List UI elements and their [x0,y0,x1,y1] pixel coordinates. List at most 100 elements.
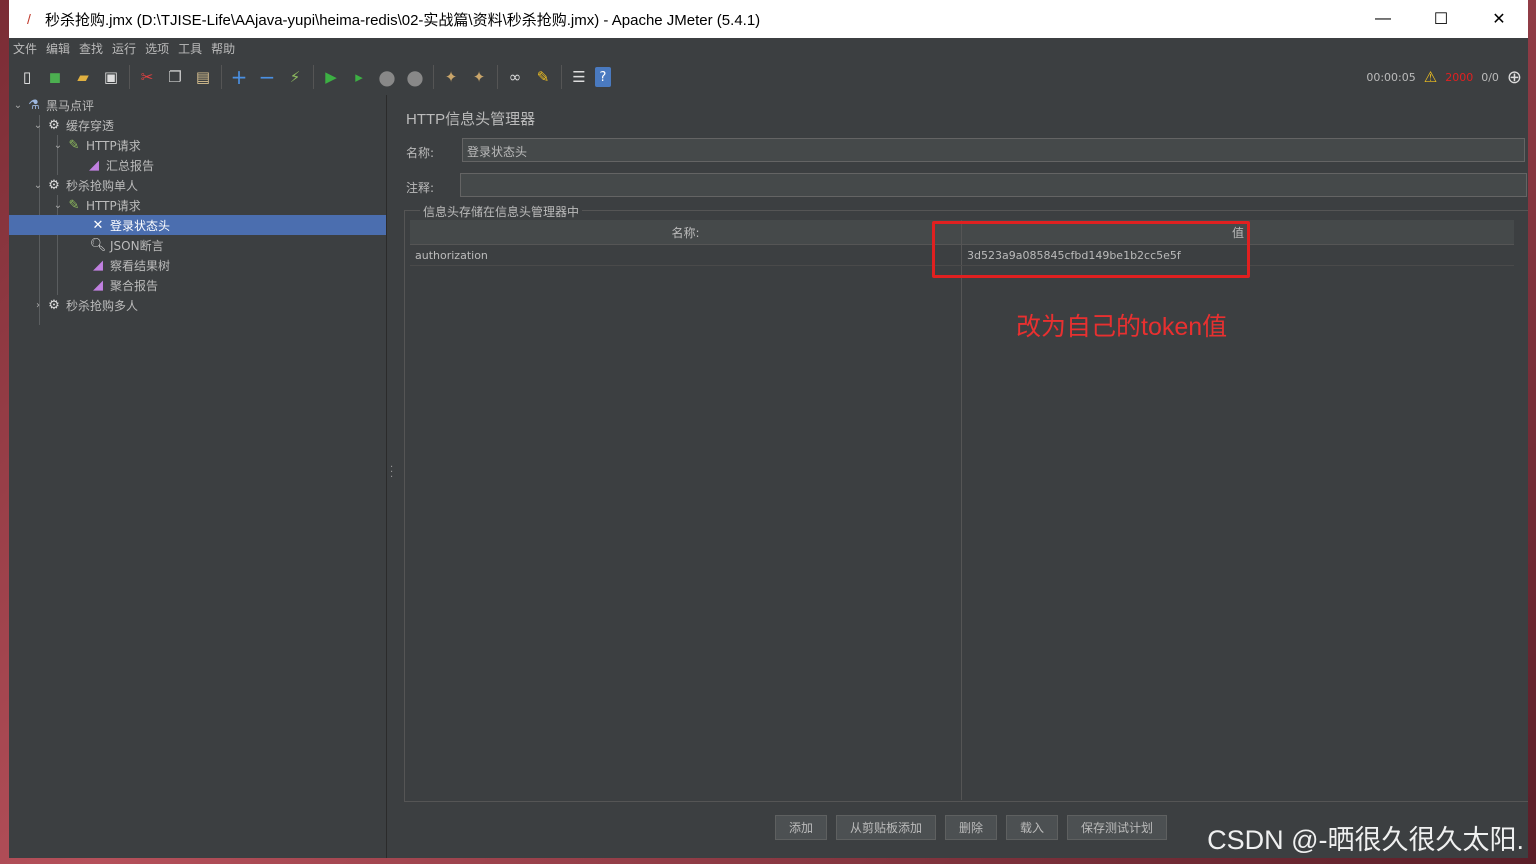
open-icon[interactable]: ▰ [71,65,95,89]
load-button[interactable]: 载入 [1006,815,1058,840]
tree-node-label: 登录状态头 [110,218,171,233]
chevron-down-icon[interactable]: ⌄ [51,200,65,211]
comment-label: 注释: [406,181,435,195]
shutdown-icon[interactable]: ● [403,65,427,89]
tree-node-results-tree[interactable]: ◢ 察看结果树 [89,255,170,275]
comment-field[interactable] [460,173,1527,197]
jmeter-feather-icon: / [27,11,31,27]
warning-icon[interactable]: ⚠ [1424,68,1437,86]
tree-node-json-assertion[interactable]: 🔍︎ JSON断言 [89,235,164,255]
annotation-note: 改为自己的token值 [1016,313,1228,341]
thread-ratio: 0/0 [1481,70,1499,84]
tree-node-aggregate-report[interactable]: ◢ 聚合报告 [89,275,158,295]
cut-icon[interactable]: ✂ [135,65,159,89]
tree-node-label: 秒杀抢购多人 [66,298,139,313]
tree-node-label: 黑马点评 [46,98,95,113]
elapsed-timer: 00:00:05 [1366,70,1416,84]
tree-node-label: JSON断言 [110,238,164,253]
jmeter-window: / 秒杀抢购.jmx (D:\TJISE-Life\AAjava-yupi\he… [9,0,1528,858]
toolbar-separator [561,65,562,89]
chevron-down-icon[interactable]: ⌄ [31,180,45,191]
close-button[interactable]: ✕ [1470,0,1528,38]
column-header-name[interactable]: 名称: [410,220,961,245]
save-test-plan-button[interactable]: 保存测试计划 [1067,815,1167,840]
tree-node-label: 聚合报告 [110,278,159,293]
tree-node-group2-http[interactable]: ⌄ ✎ HTTP请求 [51,195,141,215]
expand-icon[interactable]: + [227,65,251,89]
toolbar-separator [497,65,498,89]
function-helper-icon[interactable]: ☰ [567,65,591,89]
tree-node-label: 缓存穿透 [66,118,115,133]
headers-group-label: 信息头存储在信息头管理器中 [420,203,583,220]
sampler-pipette-icon: ✎ [68,137,80,153]
column-divider [961,220,962,800]
paste-icon[interactable]: ▤ [191,65,215,89]
new-icon[interactable]: ▯ [15,65,39,89]
header-name-cell[interactable]: authorization [410,245,961,266]
test-plan-tree: ⌄ ⚗ 黑马点评 ⌄ ⚙ 缓存穿透 ⌄ ✎ HTTP请求 ◢ 汇总报告 ⌄ ⚙ … [9,95,387,858]
tree-node-group1-report[interactable]: ◢ 汇总报告 [85,155,154,175]
maximize-button[interactable]: ☐ [1412,0,1470,38]
chevron-down-icon[interactable]: ⌄ [11,100,25,111]
search-icon[interactable]: ∞ [503,65,527,89]
name-field[interactable]: 登录状态头 [462,138,1525,162]
tree-node-group2[interactable]: ⌄ ⚙ 秒杀抢购单人 [31,175,138,195]
templates-icon[interactable]: ◼ [43,65,67,89]
tree-node-label: HTTP请求 [86,198,141,213]
tree-node-group1[interactable]: ⌄ ⚙ 缓存穿透 [31,115,114,135]
test-plan-flask-icon: ⚗ [28,97,40,113]
error-count: 2000 [1445,70,1474,84]
menu-bar: 文件 编辑 查找 运行 选项 工具 帮助 [9,38,1528,59]
splitter-grip-icon[interactable]: · · · [390,463,393,483]
thread-group-gear-icon: ⚙ [48,117,60,133]
menu-run[interactable]: 运行 [112,40,136,57]
tree-node-group3[interactable]: › ⚙ 秒杀抢购多人 [31,295,138,315]
toolbar-separator [433,65,434,89]
listener-chart-icon: ◢ [93,277,103,293]
clear-all-icon[interactable]: ✦ [467,65,491,89]
assertion-magnifier-icon: 🔍︎ [89,237,107,253]
toolbar-separator [313,65,314,89]
add-from-clipboard-button[interactable]: 从剪贴板添加 [836,815,936,840]
chevron-down-icon[interactable]: ⌄ [31,120,45,131]
tree-node-label: 察看结果树 [110,258,171,273]
report-chart-icon: ◢ [89,157,99,173]
start-icon[interactable]: ▶ [319,65,343,89]
name-label: 名称: [406,146,435,160]
copy-icon[interactable]: ❐ [163,65,187,89]
chevron-right-icon[interactable]: › [31,300,45,311]
clear-icon[interactable]: ✦ [439,65,463,89]
chevron-down-icon[interactable]: ⌄ [51,140,65,151]
collapse-icon[interactable]: − [255,65,279,89]
menu-options[interactable]: 选项 [145,40,169,57]
header-manager-panel: HTTP信息头管理器 名称: 登录状态头 注释: 信息头存储在信息头管理器中 名… [396,95,1528,858]
menu-tools[interactable]: 工具 [178,40,202,57]
toolbar-separator [221,65,222,89]
menu-file[interactable]: 文件 [13,40,37,57]
minimize-button[interactable]: — [1354,0,1412,38]
remote-status-icon[interactable]: ⊕ [1507,67,1522,88]
delete-button[interactable]: 删除 [945,815,997,840]
status-area: 00:00:05 ⚠ 2000 0/0 ⊕ [1366,59,1522,95]
menu-help[interactable]: 帮助 [211,40,235,57]
toggle-icon[interactable]: ⚡ [283,65,307,89]
panel-splitter[interactable]: · · · [387,95,396,858]
reset-search-icon[interactable]: ✎ [531,65,555,89]
save-icon[interactable]: ▣ [99,65,123,89]
help-icon[interactable]: ? [595,67,611,87]
start-no-pause-icon[interactable]: ▸ [347,65,371,89]
add-button[interactable]: 添加 [775,815,827,840]
thread-group-gear-icon: ⚙ [48,177,60,193]
tree-node-group1-http[interactable]: ⌄ ✎ HTTP请求 [51,135,141,155]
menu-edit[interactable]: 编辑 [46,40,70,57]
tree-node-label: 汇总报告 [106,158,155,173]
menu-search[interactable]: 查找 [79,40,103,57]
listener-chart-icon: ◢ [93,257,103,273]
window-title: 秒杀抢购.jmx (D:\TJISE-Life\AAjava-yupi\heim… [45,11,761,29]
tree-node-header-manager[interactable]: ✕ 登录状态头 [9,215,386,235]
stop-icon[interactable]: ● [375,65,399,89]
headers-table: 名称: 值 authorization 3d523a9a085845cfbd14… [410,220,1514,800]
tree-node-label: 秒杀抢购单人 [66,178,139,193]
tree-node-root[interactable]: ⌄ ⚗ 黑马点评 [11,95,94,115]
config-tools-icon: ✕ [92,217,104,233]
